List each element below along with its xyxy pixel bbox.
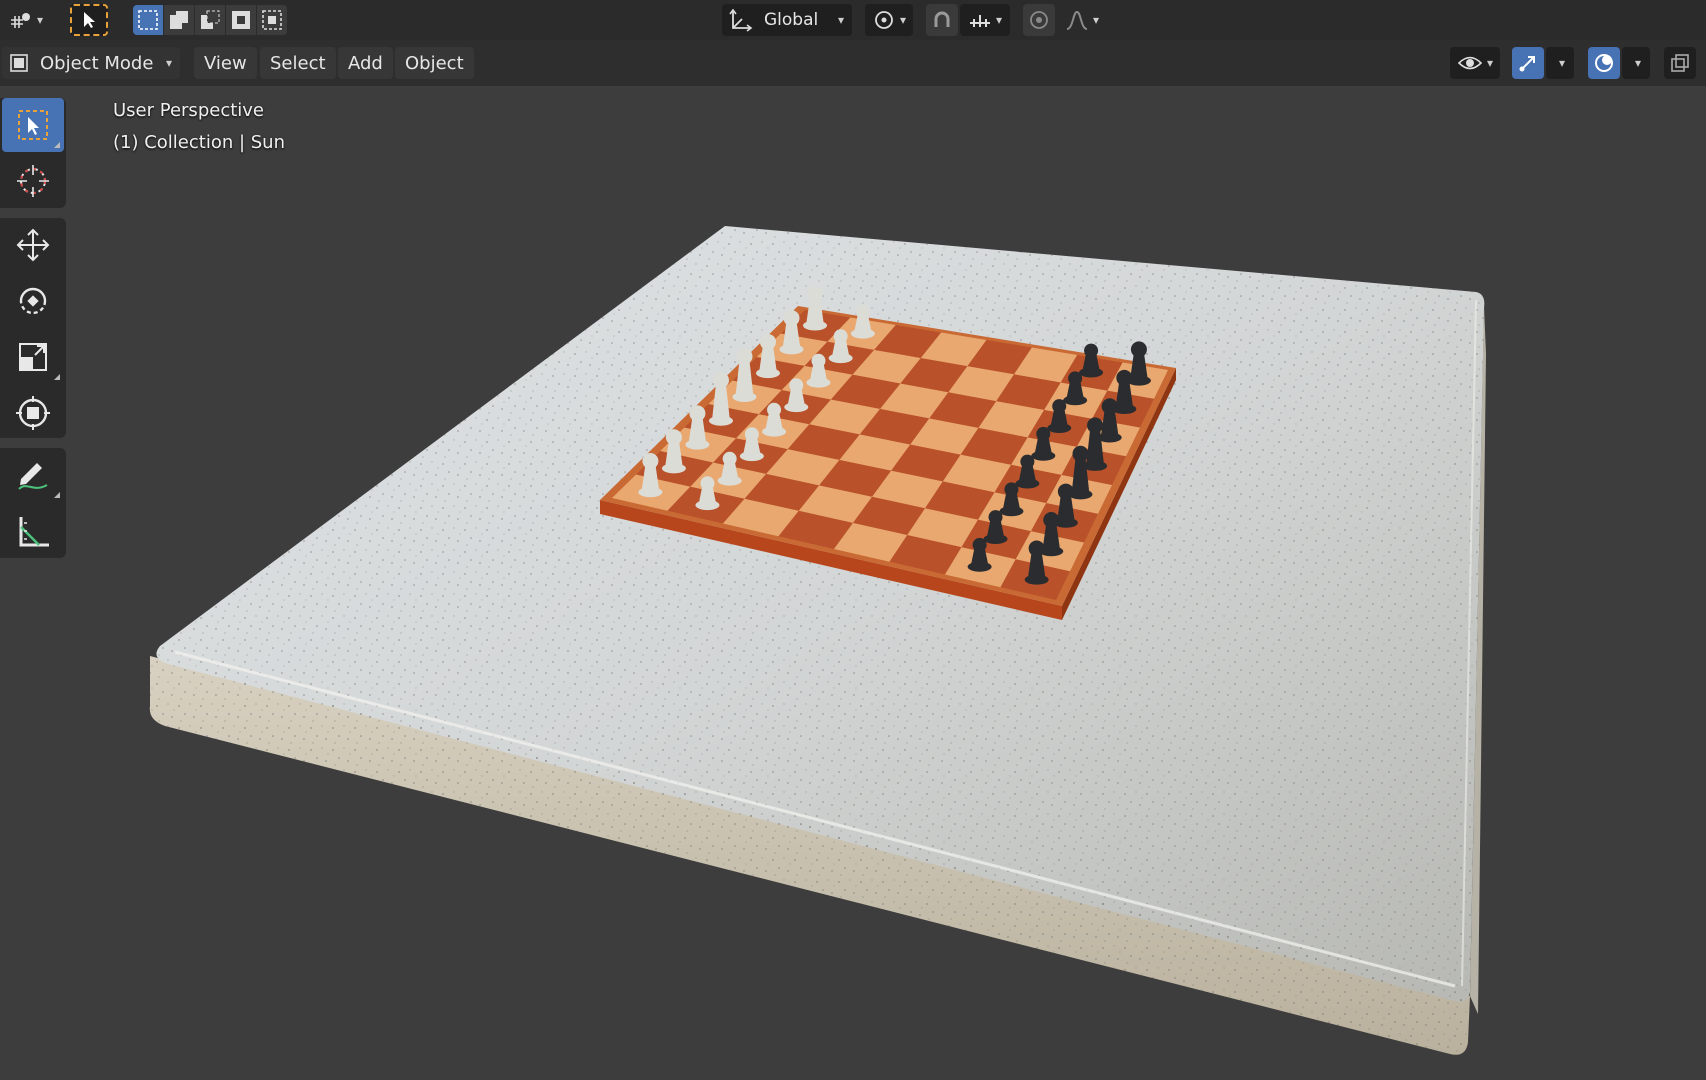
snap-increment-icon <box>969 15 990 27</box>
cursor-arrow-icon <box>84 12 95 28</box>
select-intersect-icon <box>262 10 282 30</box>
tool-move[interactable] <box>2 218 64 272</box>
overlays-options-select[interactable]: ▾ <box>1622 47 1650 79</box>
chevron-down-icon: ▾ <box>1558 56 1566 70</box>
snap-toggle[interactable] <box>926 4 958 36</box>
tool-options-indicator <box>54 492 60 498</box>
tool-select-box[interactable] <box>2 98 64 152</box>
chevron-down-icon: ▾ <box>899 13 907 27</box>
measure-ruler-icon <box>19 517 49 547</box>
rotate-icon <box>19 287 47 315</box>
select-intersect-button[interactable] <box>257 5 287 35</box>
toolbar-transform-group <box>0 218 66 438</box>
tool-cursor[interactable] <box>2 154 64 208</box>
select-subtract-icon <box>201 10 220 29</box>
chevron-down-icon: ▾ <box>837 13 844 27</box>
mode-label: Object Mode <box>40 52 154 74</box>
tool-scale[interactable] <box>2 330 64 384</box>
pivot-point-select[interactable]: ▾ <box>865 4 913 36</box>
menu-object[interactable]: Object <box>395 47 474 79</box>
xray-toggle[interactable] <box>1664 47 1696 79</box>
orientation-axes-icon <box>729 8 753 32</box>
tool-options-indicator <box>54 374 60 380</box>
chevron-down-icon: ▾ <box>36 13 44 27</box>
eye-icon <box>1457 56 1483 70</box>
menu-view[interactable]: View <box>194 47 257 79</box>
snap-target-select[interactable]: ▾ <box>960 4 1010 36</box>
viewport-header: Object Mode ▾ View Select Add Object ▾ ▾… <box>0 40 1706 86</box>
select-invert-icon <box>232 11 250 29</box>
transform-orientation-select[interactable]: Global ▾ <box>722 4 852 36</box>
annotate-pencil-icon <box>18 463 48 490</box>
perspective-label: User Perspective <box>113 100 264 121</box>
move-arrows-icon <box>16 228 50 262</box>
cursor-crosshair-icon <box>17 165 49 197</box>
gizmo-icon <box>1519 56 1535 72</box>
select-extend-icon <box>170 11 188 29</box>
orientation-label: Global <box>764 10 819 30</box>
select-extend-button[interactable] <box>164 5 194 35</box>
select-subtract-button[interactable] <box>195 5 225 35</box>
object-mode-select[interactable]: Object Mode ▾ <box>2 47 180 79</box>
collection-label: (1) Collection | Sun <box>113 132 286 153</box>
toolbar-select-group <box>0 98 66 208</box>
visibility-select[interactable]: ▾ <box>1450 47 1500 79</box>
tool-rotate[interactable] <box>2 274 64 328</box>
menu-select[interactable]: Select <box>260 47 336 79</box>
transform-icon <box>16 396 50 430</box>
chevron-down-icon: ▾ <box>165 56 172 70</box>
magnet-icon <box>934 11 950 27</box>
gizmo-toggle[interactable] <box>1512 47 1544 79</box>
overlays-icon <box>1595 54 1613 72</box>
tool-transform[interactable] <box>2 386 64 440</box>
select-new-button[interactable] <box>133 5 163 35</box>
menu-add[interactable]: Add <box>338 47 393 79</box>
chevron-down-icon: ▾ <box>995 13 1003 27</box>
falloff-curve-icon <box>1066 10 1088 30</box>
scale-icon <box>19 343 47 371</box>
chevron-down-icon: ▾ <box>1486 56 1494 70</box>
select-box-icon <box>18 110 48 140</box>
toolbar-annotate-group <box>0 448 66 558</box>
proportional-editing-toggle[interactable] <box>1023 4 1055 36</box>
proportional-edit-icon <box>1030 11 1048 29</box>
scene-render <box>149 226 1486 1055</box>
editor-type-button[interactable]: ▾ <box>2 4 50 36</box>
tool-header: ▾ Global ▾ ▾ ▾ ▾ <box>0 0 1706 40</box>
falloff-select[interactable]: ▾ <box>1057 4 1107 36</box>
viewport-editor-icon <box>10 13 30 28</box>
select-new-icon <box>138 10 158 30</box>
tool-measure[interactable] <box>2 504 64 558</box>
pivot-icon <box>875 11 893 29</box>
chevron-down-icon: ▾ <box>1092 13 1100 27</box>
3d-viewport[interactable]: User Perspective (1) Collection | Sun <box>0 86 1706 1080</box>
tool-options-indicator <box>54 142 60 148</box>
xray-icon <box>1671 54 1689 72</box>
gizmo-options-select[interactable]: ▾ <box>1546 47 1574 79</box>
chevron-down-icon: ▾ <box>1634 56 1642 70</box>
tool-annotate[interactable] <box>2 448 64 502</box>
active-tool-button[interactable] <box>70 4 108 36</box>
overlays-toggle[interactable] <box>1588 47 1620 79</box>
select-invert-button[interactable] <box>226 5 256 35</box>
object-mode-icon <box>10 54 28 72</box>
